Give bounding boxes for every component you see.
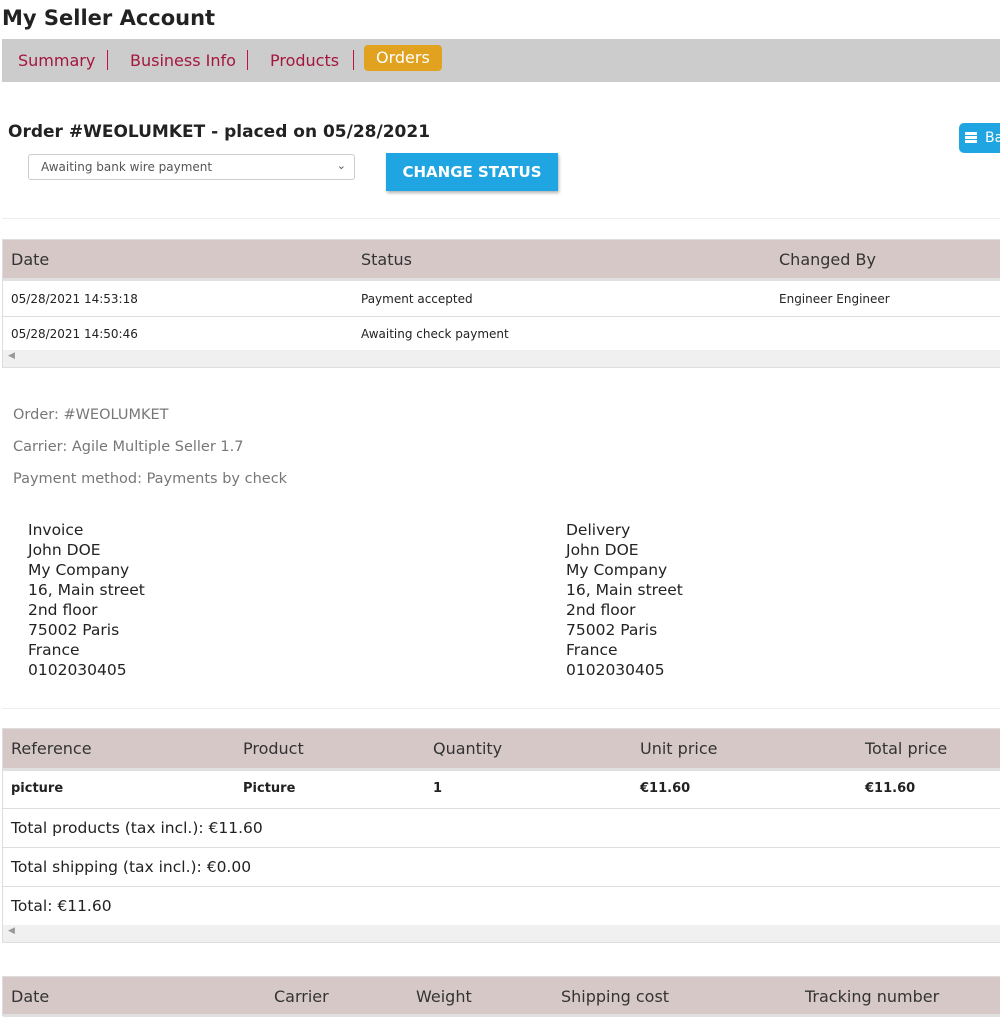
column-header: Reference — [11, 739, 92, 758]
address-line: My Company — [28, 561, 130, 579]
column-header: Product — [243, 739, 304, 758]
table-row: picture Picture 1 €11.60 €11.60 — [3, 771, 1000, 809]
column-header: Weight — [416, 987, 472, 1006]
table-row: 05/28/2021 14:50:46 Awaiting check payme… — [3, 317, 1000, 351]
address-line: 75002 Paris — [28, 621, 120, 639]
tab-business-info[interactable]: Business Info — [130, 48, 236, 74]
column-header: Quantity — [433, 739, 503, 758]
total-products: Total products (tax incl.): €11.60 — [3, 809, 1000, 848]
cell-changed-by: Engineer Engineer — [779, 292, 890, 306]
address-line: France — [566, 641, 618, 659]
total: Total: €11.60 — [11, 897, 112, 915]
status-select[interactable]: Awaiting bank wire payment ⌄ — [28, 154, 355, 180]
cell-status: Awaiting check payment — [361, 327, 509, 341]
column-header: Date — [11, 987, 50, 1006]
cell-date: 05/28/2021 14:50:46 — [11, 327, 138, 341]
divider — [247, 50, 248, 70]
address-line: John DOE — [566, 541, 639, 559]
divider — [2, 218, 1000, 219]
chevron-down-icon: ⌄ — [336, 159, 346, 172]
column-header: Total price — [865, 739, 948, 758]
address-line: 2nd floor — [566, 601, 636, 619]
status-history-table: Date Status Changed By 05/28/2021 14:53:… — [2, 239, 1000, 368]
scroll-left-icon[interactable]: ◀ — [8, 351, 15, 361]
column-header: Tracking number — [805, 987, 940, 1006]
horizontal-scrollbar[interactable]: ◀ — [3, 925, 1000, 942]
order-heading: Order #WEOLUMKET - placed on 05/28/2021 — [8, 122, 431, 142]
address-line: 0102030405 — [28, 661, 127, 679]
page-title: My Seller Account — [2, 6, 216, 30]
cell-product[interactable]: Picture — [243, 781, 295, 796]
column-header: Unit price — [640, 739, 718, 758]
seller-nav: Summary Business Info Products Orders — [2, 39, 1000, 82]
cell-total-price: €11.60 — [865, 781, 916, 796]
address-line: 0102030405 — [566, 661, 665, 679]
list-icon — [965, 132, 977, 143]
address-line: 16, Main street — [28, 581, 145, 599]
cell-quantity: 1 — [433, 781, 443, 796]
address-line: Invoice — [28, 521, 84, 539]
shipping-table: Date Carrier Weight Shipping cost Tracki… — [2, 976, 1000, 1017]
address-line: 2nd floor — [28, 601, 98, 619]
carrier-info: Carrier: Agile Multiple Seller 1.7 — [13, 439, 244, 455]
divider — [107, 50, 108, 70]
horizontal-scrollbar[interactable]: ◀ — [3, 350, 1000, 367]
tab-products[interactable]: Products — [270, 48, 339, 74]
divider — [353, 50, 354, 70]
address-line: 16, Main street — [566, 581, 683, 599]
address-line: John DOE — [28, 541, 101, 559]
address-line: Delivery — [566, 521, 631, 539]
column-header: Date — [11, 250, 50, 269]
products-table: Reference Product Quantity Unit price To… — [2, 728, 1000, 943]
total-shipping: Total shipping (tax incl.): €0.00 — [3, 848, 1000, 887]
scroll-left-icon[interactable]: ◀ — [8, 926, 15, 936]
tab-summary[interactable]: Summary — [18, 48, 95, 74]
address-line: France — [28, 641, 80, 659]
address-line: My Company — [566, 561, 668, 579]
status-select-value: Awaiting bank wire payment — [41, 160, 213, 174]
column-header: Shipping cost — [561, 987, 670, 1006]
cell-reference: picture — [11, 781, 64, 796]
column-header: Carrier — [274, 987, 329, 1006]
order-reference: Order: #WEOLUMKET — [13, 407, 169, 423]
column-header: Status — [361, 250, 412, 269]
payment-method: Payment method: Payments by check — [13, 471, 288, 487]
cell-status: Payment accepted — [361, 292, 473, 306]
table-row: 05/28/2021 14:53:18 Payment accepted Eng… — [3, 281, 1000, 317]
cell-unit-price: €11.60 — [640, 781, 691, 796]
address-line: 75002 Paris — [566, 621, 658, 639]
divider — [2, 708, 1000, 709]
tab-orders[interactable]: Orders — [364, 45, 442, 71]
column-header: Changed By — [779, 250, 876, 269]
cell-date: 05/28/2021 14:53:18 — [11, 292, 138, 306]
delivery-address: Delivery John DOE My Company 16, Main stree… — [566, 520, 683, 680]
invoice-address: Invoice John DOE My Company 16, Main street… — [28, 520, 145, 680]
change-status-button[interactable]: CHANGE STATUS — [386, 153, 558, 191]
back-button[interactable]: Ba — [959, 123, 1000, 153]
back-label: Ba — [985, 130, 1000, 146]
